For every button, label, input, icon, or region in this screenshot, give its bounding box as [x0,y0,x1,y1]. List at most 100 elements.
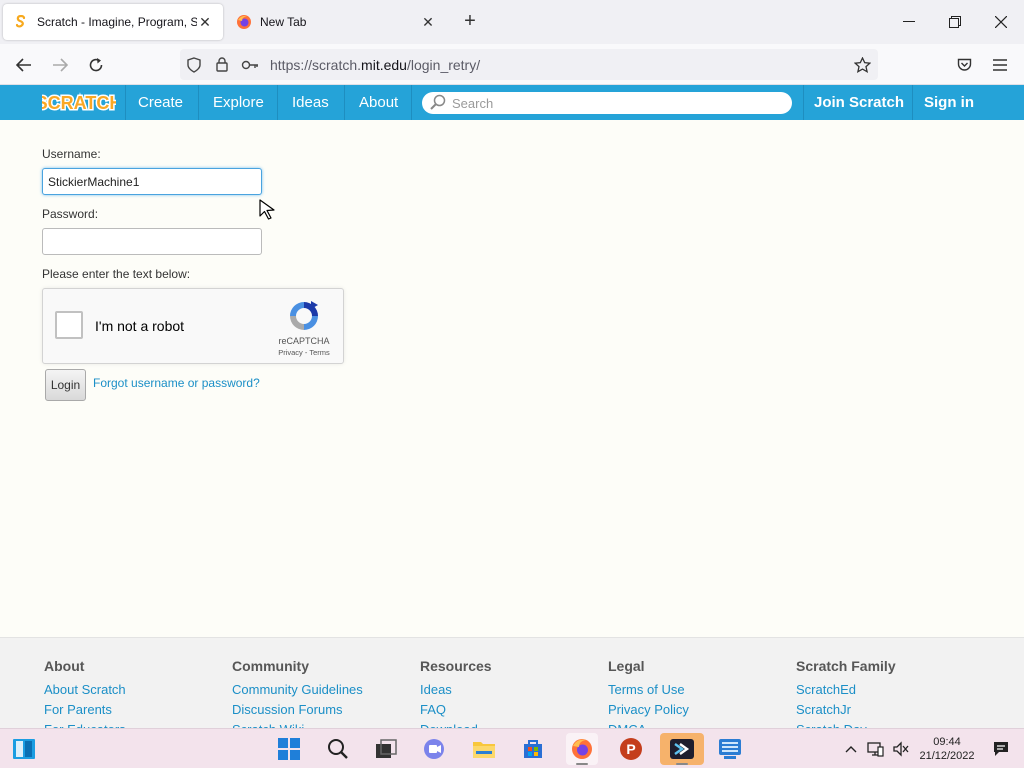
scratch-logo[interactable]: SCRATCH [34,90,124,115]
search-icon[interactable] [322,733,354,765]
footer-col-resources: Resources Ideas FAQ Download [420,658,492,728]
join-scratch-link[interactable]: Join Scratch [814,85,904,120]
footer-link[interactable]: Community Guidelines [232,680,363,700]
footer-link[interactable]: FAQ [420,700,492,720]
scratch-logo-text: SCRATCH [42,93,116,113]
windows-start-icon[interactable] [273,733,305,765]
sign-in-link[interactable]: Sign in [924,85,974,120]
scratch-header-nav: SCRATCH Create Explore Ideas About Join … [0,85,1024,120]
taskbar-clock[interactable]: 09:44 21/12/2022 [918,735,976,763]
login-button[interactable]: Login [45,369,86,401]
footer-col-title: Community [232,658,309,674]
minimize-icon[interactable] [886,6,932,38]
notifications-icon[interactable] [990,729,1012,768]
mouse-cursor-icon [258,198,278,223]
recaptcha-label: I'm not a robot [95,318,185,334]
footer-col-community: Community Community Guidelines Discussio… [232,658,363,728]
lock-icon[interactable] [208,57,236,72]
url-text[interactable]: https://scratch.mit.edu/login_retry/ [270,57,480,73]
nav-about[interactable]: About [359,85,398,120]
footer-link[interactable]: ScratchJr [796,700,896,720]
footer-link[interactable]: Terms of Use [608,680,689,700]
nav-divider [803,85,804,120]
footer-link[interactable]: DMCA [608,720,689,728]
windows-taskbar: P 09:44 21/12/2022 [0,728,1024,768]
footer-link[interactable]: Discussion Forums [232,700,363,720]
volume-muted-icon[interactable] [890,729,912,768]
username-input[interactable] [42,168,262,195]
url-domain: mit.edu [361,56,407,73]
footer-link[interactable]: Download [420,720,492,728]
footer-col-title: Resources [420,658,492,674]
reload-icon[interactable] [81,50,111,80]
footer-col-about: About About Scratch For Parents For Educ… [44,658,126,728]
browser-tab-strip: Scratch - Imagine, Program, Share ✕ New … [0,0,1024,44]
footer-link[interactable]: For Parents [44,700,126,720]
back-arrow-icon[interactable] [9,50,39,80]
pocket-icon[interactable] [949,50,979,80]
clock-time: 09:44 [933,736,961,748]
key-icon[interactable] [236,60,264,70]
footer-link[interactable]: About Scratch [44,680,126,700]
url-bar[interactable]: https://scratch.mit.edu/login_retry/ [180,49,878,80]
store-icon[interactable] [517,733,549,765]
tab-new-tab[interactable]: New Tab ✕ [226,4,446,40]
nav-divider [125,85,126,120]
footer-col-title: Scratch Family [796,658,896,674]
footer-col-title: Legal [608,658,645,674]
svg-text:P: P [626,741,635,757]
recaptcha-name: reCAPTCHA [278,336,330,346]
bookmark-star-icon[interactable] [848,56,876,73]
recaptcha-logo-icon [287,299,321,333]
running-indicator [676,763,688,765]
nav-create[interactable]: Create [138,85,183,120]
footer-link[interactable]: For Educators [44,720,126,728]
tab-scratch[interactable]: Scratch - Imagine, Program, Share ✕ [3,4,223,40]
footer-link[interactable]: ScratchEd [796,680,896,700]
scratch-search-box[interactable] [422,92,792,114]
nav-divider [912,85,913,120]
password-input[interactable] [42,228,262,255]
nav-explore[interactable]: Explore [213,85,264,120]
url-path: /login_retry/ [406,56,481,73]
nav-ideas[interactable]: Ideas [292,85,329,120]
widgets-icon[interactable] [8,733,40,765]
tab-close-icon[interactable]: ✕ [420,14,436,31]
nav-divider [411,85,412,120]
clock-date: 21/12/2022 [919,750,975,762]
powerpoint-icon[interactable]: P [615,733,647,765]
tab-close-icon[interactable]: ✕ [197,14,213,31]
terminal-app-icon[interactable] [660,733,704,765]
network-icon[interactable] [864,729,886,768]
recaptcha-checkbox[interactable] [55,311,83,339]
firefox-icon[interactable] [566,733,598,765]
search-icon [430,94,446,113]
nav-divider [344,85,345,120]
footer-link[interactable]: Ideas [420,680,492,700]
footer-col-title: About [44,658,85,674]
footer-link[interactable]: Scratch Day [796,720,896,728]
scratch-footer: About About Scratch For Parents For Educ… [0,637,1024,728]
keyboard-app-icon[interactable] [714,733,746,765]
footer-link[interactable]: Privacy Policy [608,700,689,720]
captcha-prompt: Please enter the text below: [42,267,191,281]
footer-link[interactable]: Scratch Wiki [232,720,363,728]
tray-chevron-up-icon[interactable] [842,729,860,768]
teams-chat-icon[interactable] [418,733,450,765]
task-view-icon[interactable] [370,733,402,765]
forgot-password-link[interactable]: Forgot username or password? [93,376,260,390]
username-label: Username: [42,147,101,161]
file-explorer-icon[interactable] [468,733,500,765]
password-label: Password: [42,207,99,221]
new-tab-plus-icon[interactable]: + [458,10,482,34]
url-prefix: https://scratch. [270,56,362,73]
shield-icon[interactable] [180,56,208,73]
footer-col-legal: Legal Terms of Use Privacy Policy DMCA [608,658,689,728]
restore-icon[interactable] [932,6,978,38]
close-window-icon[interactable] [978,6,1024,38]
forward-arrow-icon[interactable] [45,50,75,80]
hamburger-menu-icon[interactable] [985,50,1015,80]
recaptcha-privacy-terms-link[interactable]: Privacy - Terms [269,348,339,357]
search-input[interactable] [452,95,772,111]
tab-title: New Tab [260,15,307,29]
